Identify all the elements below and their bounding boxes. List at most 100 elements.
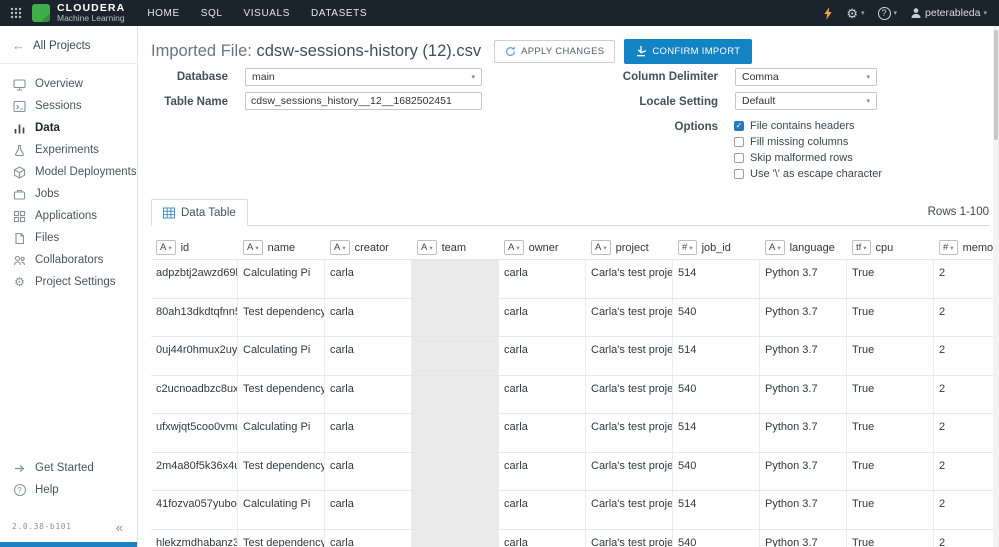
- column-type-picker[interactable]: tf ▾: [852, 240, 871, 255]
- table-cell: 514: [673, 337, 760, 375]
- column-type-picker[interactable]: A ▾: [591, 240, 611, 255]
- table-cell: [412, 452, 499, 490]
- table-cell: Python 3.7: [760, 375, 847, 413]
- table-cell: carla: [325, 452, 412, 490]
- sidebar-item-label: Data: [35, 122, 60, 134]
- help-icon: ?: [13, 484, 26, 497]
- column-type-picker[interactable]: A ▾: [504, 240, 524, 255]
- checkbox-icon[interactable]: ✓: [734, 121, 744, 131]
- table-cell: 540: [673, 529, 760, 547]
- top-navigation-bar: CLOUDERA Machine Learning HOME SQL VISUA…: [0, 0, 999, 26]
- column-type-icon: A: [508, 241, 515, 253]
- back-arrow-icon: ←: [12, 38, 25, 53]
- lightning-icon[interactable]: [823, 6, 833, 20]
- column-type-picker[interactable]: # ▾: [678, 240, 697, 255]
- sidebar-item-help[interactable]: ? Help: [0, 479, 137, 501]
- cloudera-ml-logo[interactable]: [32, 4, 50, 22]
- option-skip-malformed-rows[interactable]: ✓ Skip malformed rows: [734, 152, 853, 164]
- table-cell: 2m4a80f5k36x4u0v: [151, 452, 238, 490]
- checkbox-icon[interactable]: ✓: [734, 153, 744, 163]
- table-cell: adpzbtj2awzd69l6: [151, 260, 238, 298]
- arrow-right-icon: [13, 462, 26, 475]
- gear-icon: ⚙: [14, 275, 25, 289]
- collapse-sidebar-icon[interactable]: «: [116, 520, 123, 535]
- checkbox-icon[interactable]: ✓: [734, 137, 744, 147]
- column-type-icon: A: [421, 241, 428, 253]
- table-cell: Carla's test project2: [586, 529, 673, 547]
- column-type-picker[interactable]: A ▾: [765, 240, 785, 255]
- nav-datasets[interactable]: DATASETS: [311, 8, 367, 19]
- table-cell: True: [847, 529, 934, 547]
- checkbox-icon[interactable]: ✓: [734, 169, 744, 179]
- database-select[interactable]: main ▾: [245, 68, 482, 86]
- sidebar-item-get-started[interactable]: Get Started: [0, 457, 137, 479]
- sidebar-item-jobs[interactable]: Jobs: [0, 183, 137, 205]
- table-cell: carla: [499, 375, 586, 413]
- nav-visuals[interactable]: VISUALS: [244, 8, 290, 19]
- nav-sql[interactable]: SQL: [201, 8, 223, 19]
- column-delimiter-select[interactable]: Comma ▾: [735, 68, 877, 86]
- sidebar-item-label: Files: [35, 232, 60, 244]
- user-menu[interactable]: peterableda ▾: [910, 7, 987, 19]
- column-type-picker[interactable]: A ▾: [243, 240, 263, 255]
- table-cell: True: [847, 414, 934, 452]
- table-row: 0uj44r0hmux2uyli Calculating Pi carla carla…: [151, 336, 999, 375]
- locale-setting-label: Locale Setting: [639, 96, 718, 108]
- column-name: owner: [528, 241, 559, 254]
- option-fill-missing-columns[interactable]: ✓ Fill missing columns: [734, 136, 848, 148]
- table-row: adpzbtj2awzd69l6 Calculating Pi carla carla…: [151, 259, 999, 298]
- options-label: Options: [674, 121, 718, 133]
- caret-down-icon: ▾: [983, 10, 987, 17]
- sidebar-item-sessions[interactable]: Sessions: [0, 95, 137, 117]
- table-row: 41fozva057yuboqpCalculating Picarlacarla…: [151, 490, 999, 529]
- scrollbar-thumb[interactable]: [994, 30, 998, 140]
- sidebar-item-applications[interactable]: Applications: [0, 205, 137, 227]
- sidebar-item-files[interactable]: Files: [0, 227, 137, 249]
- option-escape-character[interactable]: ✓ Use '\' as escape character: [734, 168, 882, 180]
- sidebar-item-project-settings[interactable]: ⚙ Project Settings: [0, 271, 137, 293]
- locale-setting-select[interactable]: Default ▾: [735, 92, 877, 110]
- table-cell: True: [847, 298, 934, 336]
- table-cell: Python 3.7: [760, 337, 847, 375]
- all-projects-link[interactable]: ← All Projects: [0, 26, 137, 64]
- all-projects-label: All Projects: [33, 39, 91, 52]
- table-cell: 2: [934, 530, 999, 547]
- column-type-picker[interactable]: A ▾: [330, 240, 350, 255]
- app-switcher-icon[interactable]: [10, 7, 22, 19]
- table-cell: 0uj44r0hmux2uyli: [151, 337, 238, 375]
- preview-tabbar: Data Table Rows 1-100: [151, 199, 989, 226]
- sidebar-item-model-deployments[interactable]: Model Deployments: [0, 161, 137, 183]
- table-cell: [412, 375, 499, 413]
- nav-home[interactable]: HOME: [147, 8, 179, 19]
- table-cell: ufxwjqt5coo0vmu1: [151, 414, 238, 452]
- sidebar-item-overview[interactable]: Overview: [0, 73, 137, 95]
- tab-data-table[interactable]: Data Table: [151, 199, 248, 226]
- column-type-icon: A: [160, 241, 167, 253]
- table-cell: Test dependency 1: [238, 375, 325, 413]
- caret-down-icon: ▾: [603, 244, 607, 252]
- table-name-input[interactable]: [245, 92, 482, 110]
- column-type-picker[interactable]: A ▾: [156, 240, 176, 255]
- table-cell: carla: [499, 414, 586, 452]
- confirm-import-button[interactable]: CONFIRM IMPORT: [624, 39, 753, 64]
- column-type-picker[interactable]: A ▾: [417, 240, 437, 255]
- help-menu[interactable]: ? ▾: [877, 6, 897, 20]
- table-cell: Carla's test project2: [586, 491, 673, 529]
- option-file-contains-headers[interactable]: ✓ File contains headers: [734, 120, 855, 132]
- people-icon: [13, 254, 26, 267]
- gear-icon: ⚙: [846, 5, 858, 21]
- sidebar-item-label: Overview: [35, 78, 83, 90]
- apply-changes-button[interactable]: APPLY CHANGES: [494, 40, 616, 63]
- sidebar-item-experiments[interactable]: Experiments: [0, 139, 137, 161]
- vertical-scrollbar[interactable]: [993, 26, 999, 547]
- column-type-picker[interactable]: # ▾: [939, 240, 958, 255]
- settings-menu[interactable]: ⚙ ▾: [846, 7, 864, 20]
- refresh-icon: [505, 46, 516, 57]
- sidebar-item-collaborators[interactable]: Collaborators: [0, 249, 137, 271]
- sidebar-item-data[interactable]: Data: [0, 117, 137, 139]
- table-cell: 80ah13dkdtqfnn5a: [151, 298, 238, 336]
- caret-down-icon: ▾: [168, 244, 172, 252]
- table-row: 2m4a80f5k36x4u0vTest dependency 1carlaca…: [151, 451, 999, 490]
- table-row: c2ucnoadbzc8uxaaTest dependency 1carlaca…: [151, 374, 999, 413]
- column-header: A ▾ creator: [325, 240, 412, 255]
